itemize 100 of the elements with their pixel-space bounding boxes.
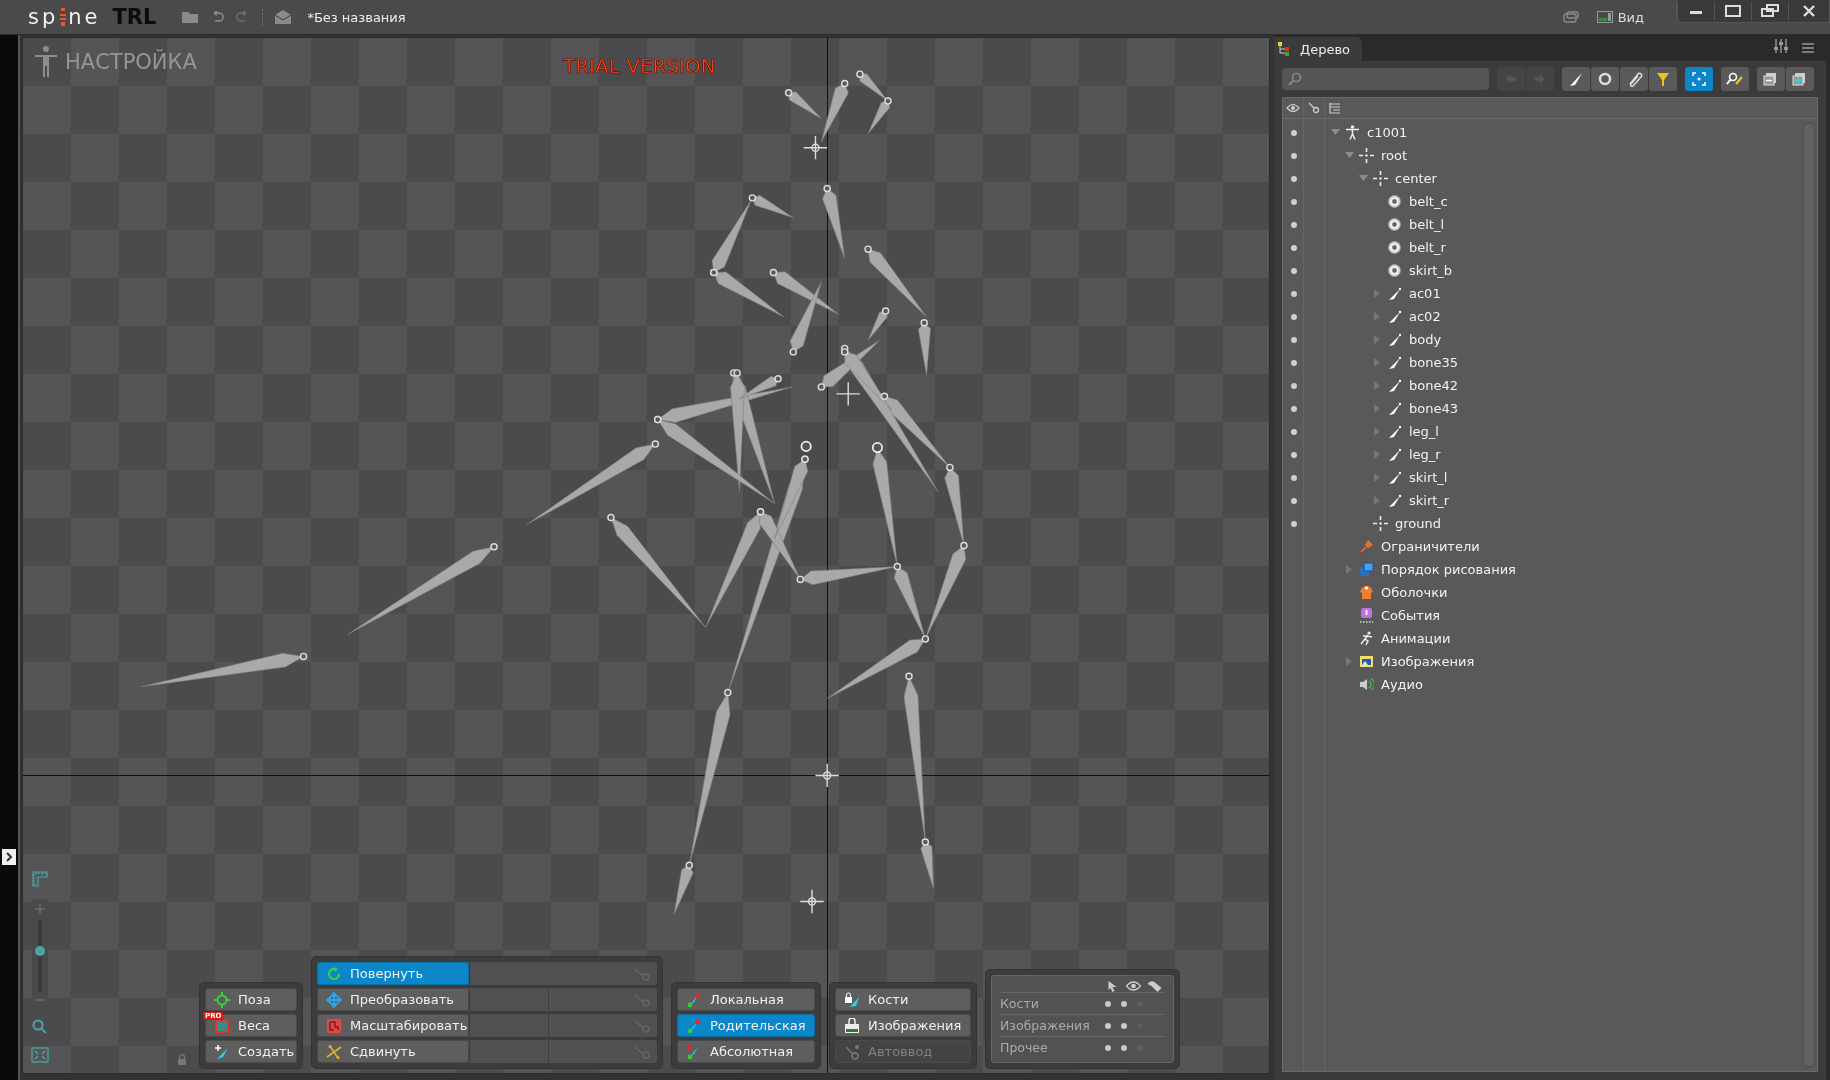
visibility-dot[interactable]: [1290, 405, 1297, 412]
expand-chevron-icon[interactable]: [2, 849, 16, 865]
mode-button[interactable]: Создать: [205, 1040, 297, 1063]
paperclip-icon[interactable]: [1620, 67, 1648, 91]
visibility-dot[interactable]: [1290, 428, 1297, 435]
compensate-button[interactable]: Изображения: [835, 1014, 971, 1037]
shear-icon: [326, 1043, 342, 1060]
collapse-arrow-icon[interactable]: [1344, 152, 1354, 159]
hierarchy-icon[interactable]: [1329, 102, 1341, 114]
tree-item[interactable]: leg_r: [1409, 447, 1441, 462]
mesh-square-icon: [214, 1017, 230, 1034]
collapse-arrow-icon[interactable]: [1358, 175, 1368, 182]
visibility-dot[interactable]: [1290, 497, 1297, 504]
visibility-dot[interactable]: [1290, 313, 1297, 320]
search-field[interactable]: [1282, 68, 1489, 90]
visibility-row-label: Кости: [1000, 996, 1040, 1011]
toggle-dot[interactable]: [1105, 1022, 1111, 1029]
tree-item[interactable]: belt_l: [1409, 217, 1445, 232]
visibility-dot[interactable]: [1290, 267, 1297, 274]
crosshair-icon: [1359, 148, 1374, 163]
menu-icon[interactable]: [1802, 43, 1814, 53]
expand-icon[interactable]: [1786, 67, 1814, 91]
toggle-dot[interactable]: [1121, 1044, 1127, 1051]
tree-item[interactable]: Ограничители: [1381, 539, 1480, 554]
tree-item[interactable]: skirt_r: [1409, 493, 1450, 508]
tree-item[interactable]: Аудио: [1381, 677, 1423, 692]
tree-item[interactable]: ground: [1395, 516, 1441, 531]
zoom-icon[interactable]: [32, 1019, 48, 1035]
envelope-icon[interactable]: [275, 10, 292, 24]
tree-item[interactable]: Изображения: [1381, 654, 1475, 669]
compensate-button[interactable]: Кости: [835, 988, 971, 1011]
tree-item[interactable]: skirt_l: [1409, 470, 1448, 485]
tree-item[interactable]: belt_r: [1409, 240, 1446, 255]
transform-tool-button[interactable]: Масштабировать: [317, 1014, 469, 1037]
tree-item[interactable]: Анимации: [1381, 631, 1451, 646]
bone-icon: [1387, 447, 1402, 462]
toggle-dot[interactable]: [1105, 1044, 1111, 1051]
tree-item[interactable]: belt_c: [1409, 194, 1448, 209]
visibility-dot[interactable]: [1290, 451, 1297, 458]
visibility-dot[interactable]: [1290, 175, 1297, 182]
collapse-arrow-icon[interactable]: [1330, 129, 1340, 136]
view-menu-button[interactable]: Вид: [1590, 8, 1650, 26]
tree-item[interactable]: center: [1395, 171, 1437, 186]
document-title: *Без названия: [307, 9, 406, 25]
collapse-icon[interactable]: [1757, 67, 1785, 91]
visibility-dot[interactable]: [1290, 520, 1297, 527]
axis-button[interactable]: Родительская: [677, 1014, 815, 1037]
key-search-icon[interactable]: [1721, 67, 1749, 91]
tree-tab[interactable]: Дерево: [1274, 37, 1363, 61]
tree-item[interactable]: skirt_b: [1409, 263, 1453, 278]
visibility-dot[interactable]: [1290, 382, 1297, 389]
tree-item[interactable]: bone42: [1409, 378, 1458, 393]
visibility-dot[interactable]: [1290, 221, 1297, 228]
transform-tool-button[interactable]: Преобразовать: [317, 988, 469, 1011]
visibility-dot[interactable]: [1290, 359, 1297, 366]
eye-icon[interactable]: [1286, 103, 1300, 113]
tree-item[interactable]: ac02: [1409, 309, 1441, 324]
tree-item[interactable]: События: [1381, 608, 1441, 623]
tree-item[interactable]: bone35: [1409, 355, 1458, 370]
tree-item[interactable]: c1001: [1367, 125, 1408, 140]
bone-icon[interactable]: [1562, 67, 1590, 91]
filter-icon[interactable]: [1649, 67, 1677, 91]
tree-icon: [1278, 42, 1292, 56]
focus-icon[interactable]: [1685, 67, 1713, 91]
windows-icon[interactable]: [1562, 11, 1579, 23]
tree-item[interactable]: body: [1409, 332, 1442, 347]
sliders-icon[interactable]: [1774, 39, 1788, 53]
figure-icon: [1345, 125, 1360, 140]
ring-icon[interactable]: [1591, 67, 1619, 91]
bone-icon: [1387, 309, 1402, 324]
visibility-dot[interactable]: [1290, 129, 1297, 136]
transform-tool-button[interactable]: Сдвинуть: [317, 1040, 469, 1063]
fit-screen-icon[interactable]: [31, 1047, 49, 1063]
tree-item[interactable]: ac01: [1409, 286, 1441, 301]
visibility-dot[interactable]: [1290, 244, 1297, 251]
visibility-dot[interactable]: [1290, 198, 1297, 205]
bone-icon: [1387, 401, 1402, 416]
tree-item[interactable]: root: [1381, 148, 1408, 163]
visibility-dot[interactable]: [1290, 336, 1297, 343]
ruler-icon[interactable]: [32, 871, 48, 887]
visibility-dot[interactable]: [1290, 152, 1297, 159]
speaker-icon: [1359, 677, 1374, 692]
key-icon[interactable]: [1308, 102, 1320, 114]
tree-item[interactable]: Порядок рисования: [1381, 562, 1516, 577]
tree-item[interactable]: leg_l: [1409, 424, 1439, 439]
axis-button[interactable]: Локальная: [677, 988, 815, 1011]
toggle-dot[interactable]: [1105, 1000, 1111, 1007]
scale-icon: [326, 1017, 342, 1034]
axis-button[interactable]: Абсолютная: [677, 1040, 815, 1063]
toggle-dot[interactable]: [1121, 1022, 1127, 1029]
transform-tool-button[interactable]: Повернуть: [317, 962, 469, 985]
folder-icon[interactable]: [182, 11, 199, 23]
tree-item[interactable]: Оболочки: [1381, 585, 1448, 600]
visibility-dot[interactable]: [1290, 290, 1297, 297]
tree-item[interactable]: bone43: [1409, 401, 1458, 416]
bone-icon: [1387, 332, 1402, 347]
shirt-icon: [1359, 585, 1374, 600]
mode-button[interactable]: Поза: [205, 988, 297, 1011]
visibility-dot[interactable]: [1290, 474, 1297, 481]
toggle-dot[interactable]: [1121, 1000, 1127, 1007]
